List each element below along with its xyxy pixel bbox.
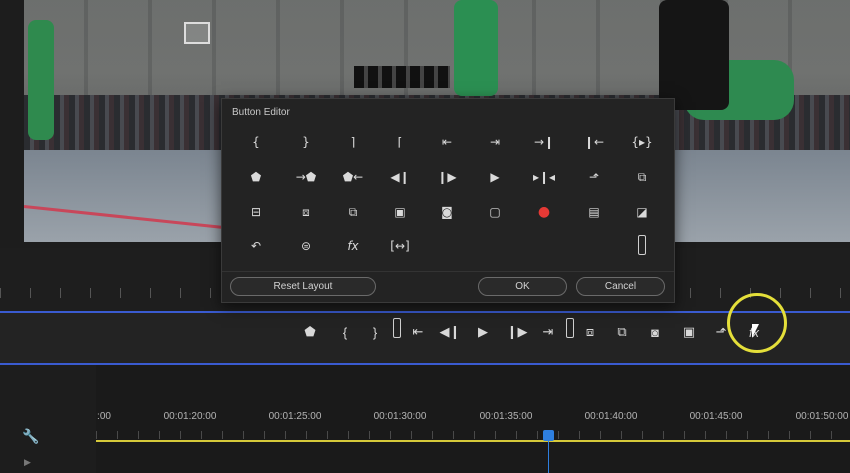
- extract-icon[interactable]: ⧉: [609, 319, 635, 345]
- play-icon[interactable]: ▶: [470, 319, 496, 345]
- highlight-ring: [727, 293, 787, 353]
- wrench-icon[interactable]: 🔧: [22, 428, 39, 445]
- timecode-label: 00:01:40:00: [584, 411, 638, 422]
- timecode-label: 00:01:25:00: [268, 411, 322, 422]
- playhead-line: [548, 441, 549, 473]
- insert-icon[interactable]: ⧉: [340, 201, 366, 223]
- export-frame-icon[interactable]: ⬏: [581, 166, 607, 188]
- restore-crop-icon[interactable]: ↶: [243, 235, 269, 257]
- transport-controls: ⬟ { } ⇤ ◀❙ ▶ ❙▶ ⇥ ⧈ ⧉ ◙ ▣ ⬏ fx: [0, 313, 850, 365]
- add-marker-icon[interactable]: ⬟: [297, 319, 323, 345]
- spacer-icon: [566, 318, 574, 338]
- timeline-track-headers: [0, 365, 96, 473]
- button-editor-dialog: Button Editor { } ⌉ ⌈ ⇤ ⇥ →❙ ❙← {▸} ⬟ →⬟…: [221, 98, 675, 303]
- go-to-in-icon[interactable]: ⇤: [405, 319, 431, 345]
- play-icon[interactable]: ▶: [482, 166, 508, 188]
- safe-margins-icon[interactable]: ▣: [387, 201, 413, 223]
- clear-out-icon[interactable]: ⌈: [387, 131, 413, 153]
- camera-icon[interactable]: ◙: [642, 319, 668, 345]
- go-to-out-icon[interactable]: ⇥: [482, 131, 508, 153]
- loop-icon[interactable]: {▸}: [629, 131, 655, 153]
- timecode-label: 00:01:50:00: [795, 411, 849, 422]
- safe-margins-icon[interactable]: ▣: [676, 319, 702, 345]
- lift-icon[interactable]: ⊟: [243, 201, 269, 223]
- timecode-label: 00:01:30:00: [373, 411, 427, 422]
- step-forward-icon[interactable]: ❙▶: [504, 319, 530, 345]
- dialog-divider: [222, 271, 674, 272]
- record-icon[interactable]: ●: [531, 201, 557, 223]
- step-back-icon[interactable]: ◀❙: [387, 166, 413, 188]
- step-back-5-icon[interactable]: →❙: [531, 131, 557, 153]
- timecode-label: 00:01:45:00: [689, 411, 743, 422]
- go-to-in-icon[interactable]: ⇤: [434, 131, 460, 153]
- video-player: [659, 0, 729, 110]
- work-area-bar[interactable]: [96, 440, 850, 442]
- reset-layout-button[interactable]: Reset Layout: [230, 277, 376, 296]
- expand-arrow-icon[interactable]: ▶: [24, 457, 31, 468]
- timeline-panel: 🔧 ▶ :00 00:01:20:00 00:01:25:00 00:01:30…: [0, 365, 850, 473]
- camera-icon[interactable]: ◙: [434, 201, 460, 223]
- overwrite-icon[interactable]: ⧉: [629, 166, 655, 188]
- step-back-icon[interactable]: ◀❙: [437, 319, 463, 345]
- comment-icon[interactable]: ▢: [482, 201, 508, 223]
- spacer-icon: [393, 318, 401, 338]
- timecode-label: 00:01:35:00: [479, 411, 533, 422]
- spacer-icon[interactable]: [638, 235, 646, 255]
- clear-in-icon[interactable]: ⌉: [340, 131, 366, 153]
- go-to-prev-marker-icon[interactable]: ⬟←: [340, 166, 366, 188]
- lift-icon[interactable]: ⧈: [577, 319, 603, 345]
- playhead-handle[interactable]: [543, 430, 554, 441]
- video-player: [28, 20, 54, 140]
- video-hoop: [184, 22, 210, 44]
- add-marker-icon[interactable]: ⬟: [243, 166, 269, 188]
- video-lights: [354, 66, 450, 88]
- fx-icon[interactable]: fx: [340, 235, 366, 257]
- play-in-to-out-icon[interactable]: ❙←: [581, 131, 607, 153]
- step-forward-icon[interactable]: ❙▶: [434, 166, 460, 188]
- global-fx-mute-icon[interactable]: ⊜: [293, 235, 319, 257]
- dialog-title: Button Editor: [232, 107, 290, 118]
- timecode-label: 00:01:20:00: [163, 411, 217, 422]
- timeline-ticks: [96, 431, 850, 439]
- trim-mode-icon[interactable]: [↔]: [387, 235, 413, 257]
- go-to-out-icon[interactable]: ⇥: [535, 319, 561, 345]
- ok-button[interactable]: OK: [478, 277, 567, 296]
- mark-in-icon[interactable]: {: [332, 319, 358, 345]
- vr-video-icon[interactable]: ◪: [629, 201, 655, 223]
- cancel-button[interactable]: Cancel: [576, 277, 665, 296]
- play-around-icon[interactable]: ▸❙◂: [531, 166, 557, 188]
- video-player: [454, 0, 498, 96]
- extract-icon[interactable]: ⧈: [293, 201, 319, 223]
- timecode-label: :00: [97, 411, 111, 422]
- mark-in-icon[interactable]: {: [243, 131, 269, 153]
- mouse-cursor-icon: [752, 324, 759, 338]
- go-to-next-marker-icon[interactable]: →⬟: [293, 166, 319, 188]
- mark-out-icon[interactable]: }: [362, 319, 388, 345]
- multi-camera-icon[interactable]: ▤: [581, 201, 607, 223]
- mark-out-icon[interactable]: }: [293, 131, 319, 153]
